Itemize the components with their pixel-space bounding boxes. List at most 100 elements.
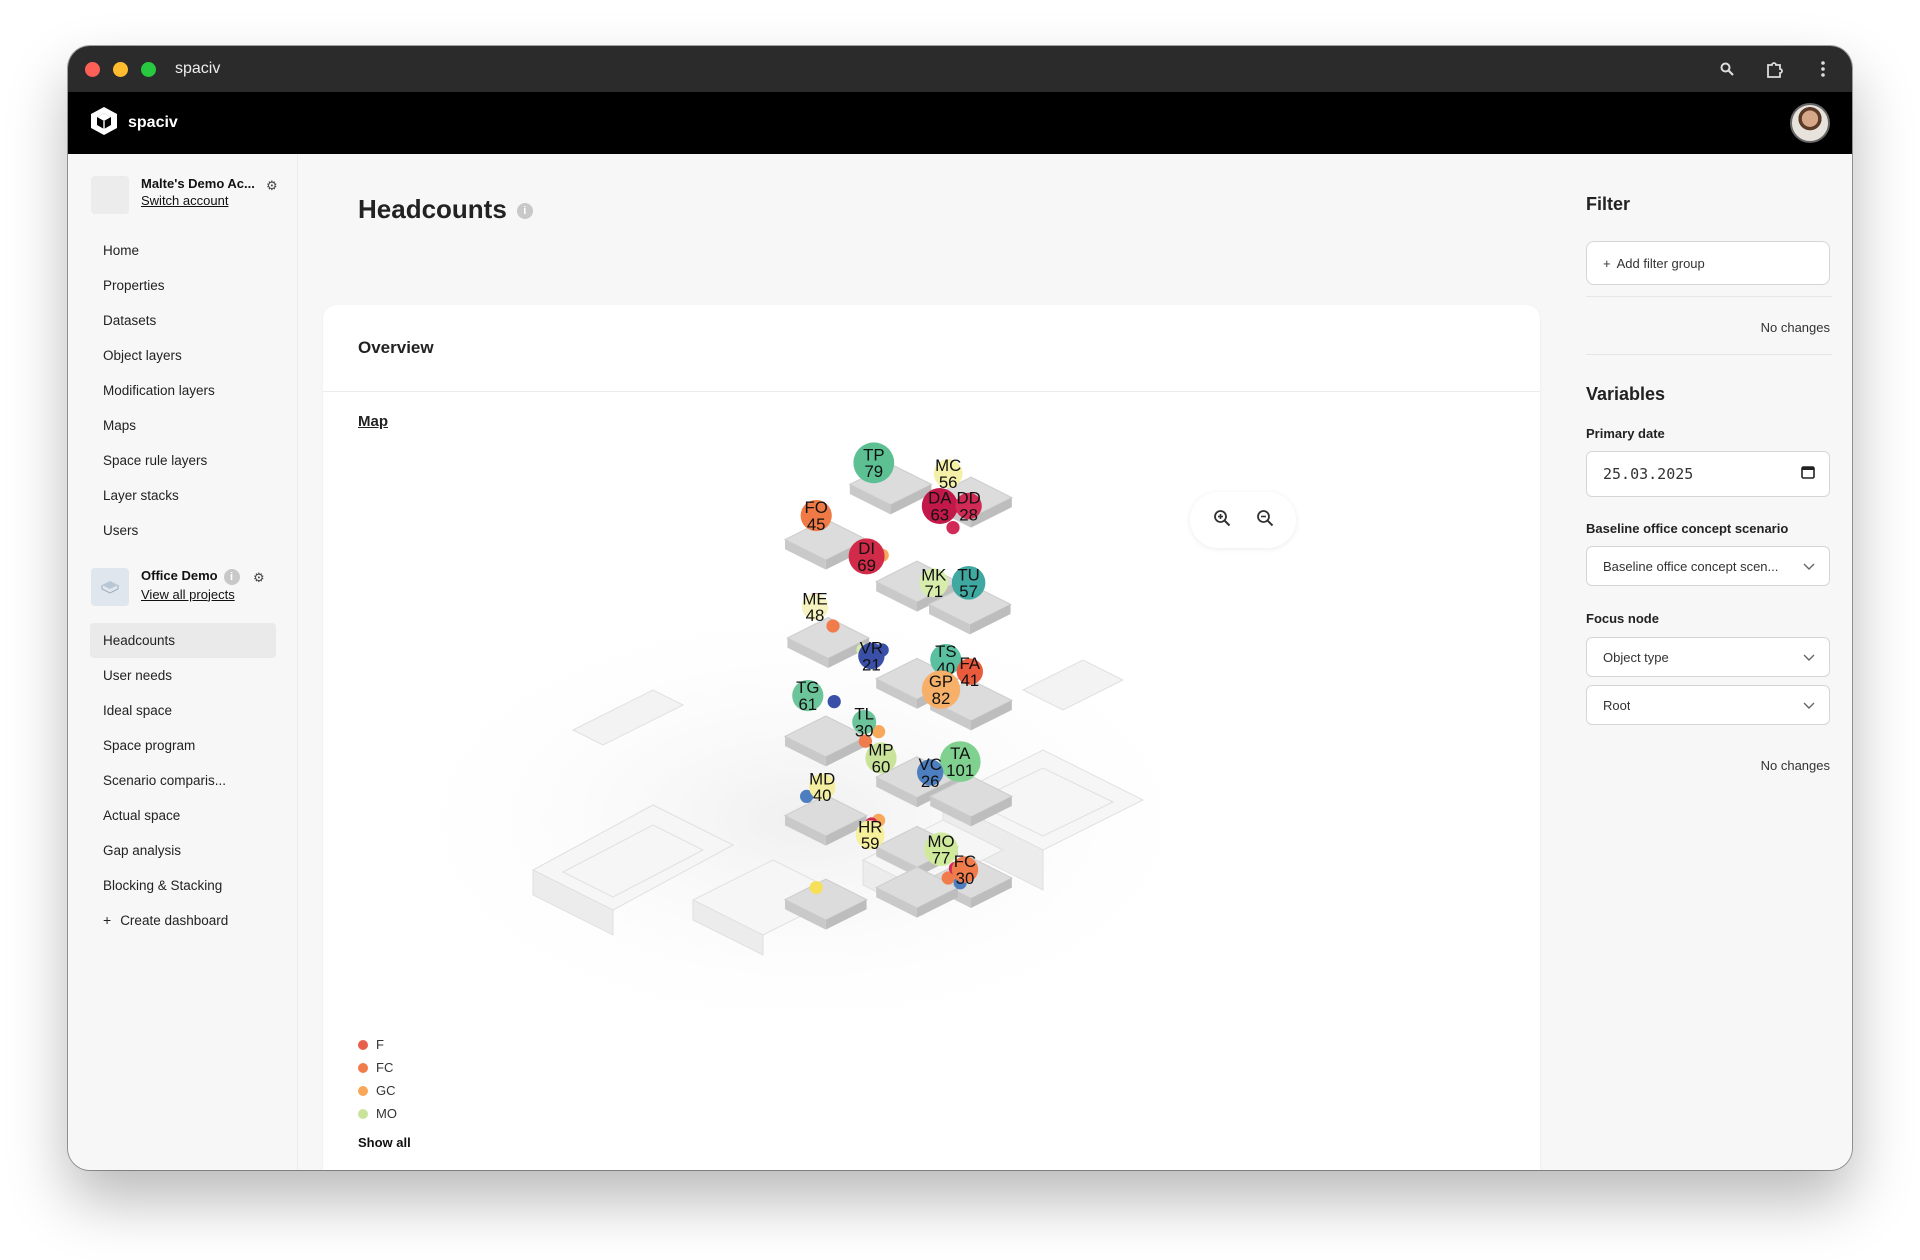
add-filter-group-label: Add filter group	[1616, 255, 1705, 271]
primary-date-input[interactable]: 25.03.2025	[1586, 451, 1830, 497]
headcount-bubble-da[interactable]: DA63	[921, 488, 958, 524]
nav-item-users[interactable]: Users	[90, 513, 276, 548]
bubble-value: 41	[960, 671, 979, 690]
minimize-window-button[interactable]	[113, 61, 128, 77]
bubble-value: 40	[813, 786, 832, 805]
bubble-value: 59	[861, 834, 880, 853]
legend-item[interactable]: F	[358, 1033, 397, 1056]
window-titlebar: spaciv	[68, 46, 1852, 92]
headcount-bubble-md[interactable]: MD40	[809, 769, 836, 805]
map-legend: F FC GC MO	[358, 1033, 397, 1125]
page-title-text: Headcounts	[358, 194, 507, 224]
map-view[interactable]: TP 79 MC 56 DA 63 DD 28 FO 45 DI 69 MK 71 TU 57 ME 48 VR 21…	[323, 440, 1540, 1050]
nav-item-layer-stacks[interactable]: Layer stacks	[90, 478, 276, 513]
nav-item-space-program[interactable]: Space program	[90, 728, 276, 763]
headcount-bubble-vr[interactable]: VR21	[858, 639, 885, 675]
legend-item[interactable]: GC	[358, 1079, 397, 1102]
isometric-map[interactable]: TP79 MC56DA63DD28FO45DI69MK71TU57ME48VR21…	[323, 440, 1540, 1050]
nav-item-modification-layers[interactable]: Modification layers	[90, 373, 276, 408]
legend-label: FC	[376, 1060, 394, 1075]
account-settings-gear-icon[interactable]: ⚙	[266, 178, 278, 194]
bubble-value: 63	[930, 505, 949, 524]
main-nav: Home Properties Datasets Object layers M…	[90, 233, 276, 548]
chevron-down-icon	[1803, 698, 1815, 713]
headcount-bubble-dd[interactable]: DD28	[955, 489, 982, 525]
nav-item-space-rule-layers[interactable]: Space rule layers	[90, 443, 276, 478]
scenario-label: Baseline office concept scenario	[1586, 521, 1789, 536]
bubble-value: 57	[959, 582, 978, 601]
extensions-icon[interactable]	[1764, 58, 1786, 80]
legend-dot-f	[358, 1039, 368, 1050]
brand-name[interactable]: spaciv	[128, 114, 178, 132]
show-all-button[interactable]: Show all	[358, 1135, 411, 1150]
legend-dot-gc	[358, 1085, 368, 1096]
bubble-value: 26	[921, 772, 940, 791]
divider	[1586, 296, 1832, 297]
bubble-value: 28	[959, 505, 978, 524]
headcount-bubble-me[interactable]: ME48	[801, 589, 829, 625]
page-info-icon[interactable]: i	[516, 203, 533, 220]
bubble-value: 69	[857, 556, 876, 575]
user-avatar[interactable]	[1790, 103, 1830, 143]
legend-item[interactable]: MO	[358, 1102, 397, 1125]
project-settings-gear-icon[interactable]: ⚙	[253, 570, 265, 586]
search-icon[interactable]	[1716, 58, 1738, 80]
primary-date-value: 25.03.2025	[1603, 465, 1694, 483]
card-title: Overview	[323, 305, 1540, 392]
overview-card: Overview Map TP 79 MC 56 DA 63 DD 28 FO …	[323, 305, 1540, 1170]
legend-item[interactable]: FC	[358, 1056, 397, 1079]
zoom-in-icon[interactable]	[1213, 509, 1231, 532]
headcount-bubble-vc[interactable]: VC26	[917, 755, 944, 791]
focus-object-type-select[interactable]: Object type	[1586, 637, 1830, 677]
map-tab[interactable]: Map	[358, 413, 388, 430]
headcount-bubble-tp[interactable]: TP79	[853, 442, 895, 484]
focus-root-value: Root	[1603, 697, 1631, 713]
nav-item-home[interactable]: Home	[90, 233, 276, 268]
add-filter-group-button[interactable]: + Add filter group	[1586, 241, 1830, 285]
headcount-bubble-fc[interactable]: FC30	[951, 852, 979, 888]
filter-status: No changes	[1760, 320, 1830, 335]
nav-item-properties[interactable]: Properties	[90, 268, 276, 303]
nav-item-actual-space[interactable]: Actual space	[90, 798, 276, 833]
headcount-bubble-di[interactable]: DI69	[848, 538, 885, 575]
legend-label: F	[376, 1037, 384, 1052]
focus-object-type-value: Object type	[1603, 649, 1669, 665]
headcount-bubble-tl[interactable]: TL30	[852, 705, 877, 741]
nav-item-object-layers[interactable]: Object layers	[90, 338, 276, 373]
create-dashboard-button[interactable]: + Create dashboard	[90, 903, 276, 938]
nav-item-maps[interactable]: Maps	[90, 408, 276, 443]
headcount-bubble-gp[interactable]: GP82	[921, 670, 961, 709]
focus-root-select[interactable]: Root	[1586, 685, 1830, 725]
maximize-window-button[interactable]	[141, 61, 156, 77]
more-menu-icon[interactable]	[1812, 58, 1834, 80]
spaciv-logo-icon[interactable]	[90, 106, 118, 141]
variables-title: Variables	[1586, 384, 1666, 404]
scenario-select[interactable]: Baseline office concept scen...	[1586, 546, 1830, 586]
switch-account-link[interactable]: Switch account	[141, 193, 255, 208]
calendar-icon[interactable]	[1801, 465, 1815, 483]
nav-item-gap-analysis[interactable]: Gap analysis	[90, 833, 276, 868]
chevron-down-icon	[1803, 650, 1815, 665]
nav-item-user-needs[interactable]: User needs	[90, 658, 276, 693]
bubble-value: 45	[807, 515, 826, 534]
nav-item-headcounts[interactable]: Headcounts	[90, 623, 276, 658]
project-thumbnail	[91, 568, 129, 606]
nav-item-datasets[interactable]: Datasets	[90, 303, 276, 338]
scenario-value: Baseline office concept scen...	[1603, 558, 1779, 574]
app-window: spaciv spaciv Malte's Demo Ac... Switch …	[68, 46, 1852, 1170]
map-marker-dot	[826, 619, 840, 633]
close-window-button[interactable]	[85, 61, 100, 77]
project-name: Office Demo	[141, 568, 218, 583]
project-info-icon[interactable]: i	[223, 568, 240, 585]
nav-item-scenario-comparison[interactable]: Scenario comparis...	[90, 763, 276, 798]
nav-item-ideal-space[interactable]: Ideal space	[90, 693, 276, 728]
bubble-value: 21	[862, 655, 881, 674]
bubble-value: 60	[872, 757, 891, 776]
variables-status: No changes	[1760, 758, 1830, 773]
headcount-bubble-fa[interactable]: FA41	[956, 654, 983, 690]
zoom-out-icon[interactable]	[1256, 509, 1274, 532]
plus-icon: +	[103, 912, 112, 928]
headcount-bubble-ta[interactable]: TA101	[939, 741, 981, 782]
nav-item-blocking-stacking[interactable]: Blocking & Stacking	[90, 868, 276, 903]
view-all-projects-link[interactable]: View all projects	[141, 587, 240, 602]
